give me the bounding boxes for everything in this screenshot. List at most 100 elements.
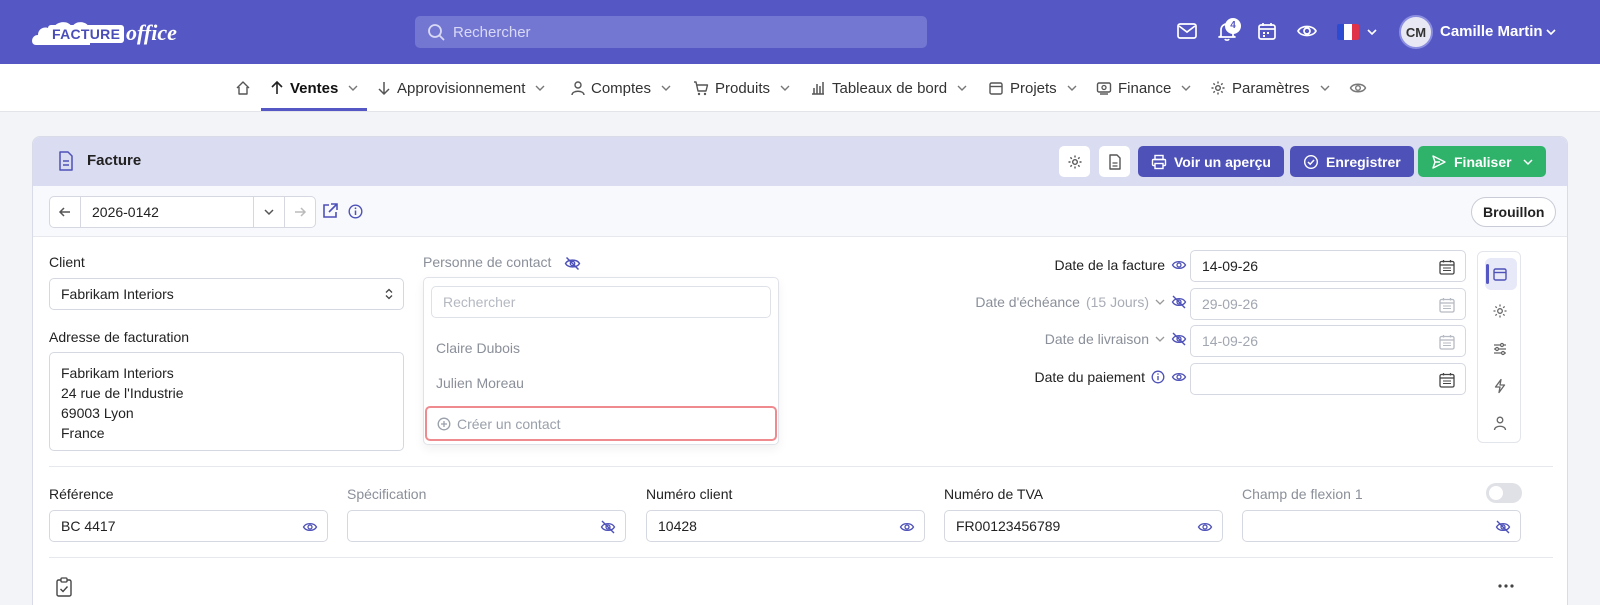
bar-chart-icon [810,80,826,96]
flex-field-input[interactable] [1242,510,1521,542]
calendar-icon[interactable] [1256,20,1278,44]
status-badge[interactable]: Brouillon [1471,197,1557,227]
logo-text-office: office [126,20,177,45]
clipboard-check-icon[interactable] [55,577,73,597]
chevron-down-icon [1320,83,1330,93]
contact-search-input[interactable]: Rechercher [431,286,771,318]
nav-item-ventes[interactable]: Ventes [270,64,358,112]
finalize-button-label: Finaliser [1454,153,1512,170]
invoice-card: Facture Voir un aperçu Enregistrer Final… [32,136,1568,605]
invoice-number-field[interactable]: 2026-0142 [81,197,254,227]
reference-input[interactable]: BC 4417 [49,510,328,542]
save-button[interactable]: Enregistrer [1290,146,1414,177]
invoice-number-dropdown[interactable] [254,197,285,227]
app-logo[interactable]: FACTURE office [32,14,182,50]
external-link-icon[interactable] [321,202,339,220]
more-options-icon[interactable] [1497,583,1515,589]
nav-item-label: Produits [715,79,771,97]
eye-icon[interactable] [1197,519,1213,535]
nav-item-parametres[interactable]: Paramètres [1210,64,1330,112]
eye-off-icon[interactable] [1171,331,1187,347]
nav-item-finance[interactable]: Finance [1096,64,1191,112]
eye-icon[interactable] [1296,20,1318,44]
nav-item-label: Paramètres [1232,79,1310,97]
nav-item-comptes[interactable]: Comptes [571,64,671,112]
client-select[interactable]: Fabrikam Interiors [49,278,404,310]
flex-field-label: Champ de flexion 1 [1242,486,1363,502]
language-flag-icon[interactable] [1337,24,1359,40]
chevron-down-icon[interactable] [1545,26,1557,50]
delivery-date-label-text: Date de livraison [1044,331,1149,347]
mail-icon[interactable] [1176,20,1198,44]
calendar-icon[interactable] [1478,266,1522,282]
flex-field-toggle[interactable] [1486,483,1522,503]
calendar-icon[interactable] [1438,296,1456,314]
billing-line: 24 rue de l'Industrie [61,385,184,401]
client-label: Client [49,254,85,270]
calendar-icon[interactable] [1438,258,1456,276]
sliders-icon[interactable] [1478,341,1522,357]
eye-icon[interactable] [302,519,318,535]
nav-item-label: Finance [1118,79,1172,97]
pdf-button[interactable] [1099,146,1130,177]
specification-label: Spécification [347,486,427,502]
eye-icon[interactable] [1349,64,1367,112]
previous-button[interactable] [50,197,81,227]
chevron-down-icon [535,83,545,93]
list-item[interactable]: Claire Dubois [436,340,520,356]
preview-button-label: Voir un aperçu [1174,153,1271,170]
due-date-input[interactable]: 29-09-26 [1190,288,1466,320]
arrow-left-icon [58,205,72,219]
client-number-label: Numéro client [646,486,733,502]
user-icon[interactable] [1478,415,1522,431]
chevron-down-icon [957,83,967,93]
home-icon[interactable] [235,64,251,112]
billing-line: Fabrikam Interiors [61,365,174,381]
client-number-input[interactable]: 10428 [646,510,925,542]
vat-number-label: Numéro de TVA [944,486,1044,502]
preview-button[interactable]: Voir un aperçu [1138,146,1284,177]
nav-item-tableaux-de-bord[interactable]: Tableaux de bord [810,64,967,112]
chevron-down-icon[interactable] [1155,297,1165,307]
nav-item-projets[interactable]: Projets [988,64,1077,112]
due-date-label: Date d'échéance (15 Jours) [975,294,1187,310]
eye-icon[interactable] [1171,257,1187,273]
printer-icon [1151,154,1167,170]
calendar-icon[interactable] [1438,333,1456,351]
eye-off-icon[interactable] [564,255,581,272]
payment-date-input[interactable] [1190,363,1466,395]
nav-item-approvisionnement[interactable]: Approvisionnement [377,64,545,112]
list-item[interactable]: Julien Moreau [436,375,524,391]
invoice-date-input[interactable]: 14-09-26 [1190,250,1466,282]
chevron-down-icon[interactable] [1155,334,1165,344]
finalize-button[interactable]: Finaliser [1418,146,1546,177]
info-icon[interactable] [1151,370,1165,384]
chevron-down-icon [780,83,790,93]
eye-icon[interactable] [899,519,915,535]
lightning-icon[interactable] [1478,378,1522,394]
vat-number-input[interactable]: FR00123456789 [944,510,1223,542]
specification-input[interactable] [347,510,626,542]
eye-off-icon[interactable] [1495,519,1511,535]
billing-address-textarea[interactable]: Fabrikam Interiors 24 rue de l'Industrie… [49,352,404,451]
next-button[interactable] [285,197,315,227]
invoice-date-label-text: Date de la facture [1054,257,1165,273]
eye-icon[interactable] [1171,369,1187,385]
info-icon[interactable] [348,204,363,219]
nav-item-produits[interactable]: Produits [693,64,790,112]
user-name[interactable]: Camille Martin [1440,23,1543,40]
sort-arrows-icon [384,288,394,300]
create-contact-button[interactable]: Créer un contact [425,406,777,441]
gear-icon[interactable] [1478,303,1522,319]
eye-off-icon[interactable] [600,519,616,535]
chevron-down-icon[interactable] [1366,26,1378,50]
eye-off-icon[interactable] [1171,294,1187,310]
calendar-icon[interactable] [1438,371,1456,389]
avatar[interactable]: CM [1399,15,1433,49]
nav-item-label: Approvisionnement [397,79,526,97]
settings-button[interactable] [1059,146,1090,177]
delivery-date-input[interactable]: 14-09-26 [1190,325,1466,357]
global-search-input[interactable]: Rechercher [415,16,927,48]
billing-line: France [61,425,105,441]
arrow-right-icon [293,205,307,219]
